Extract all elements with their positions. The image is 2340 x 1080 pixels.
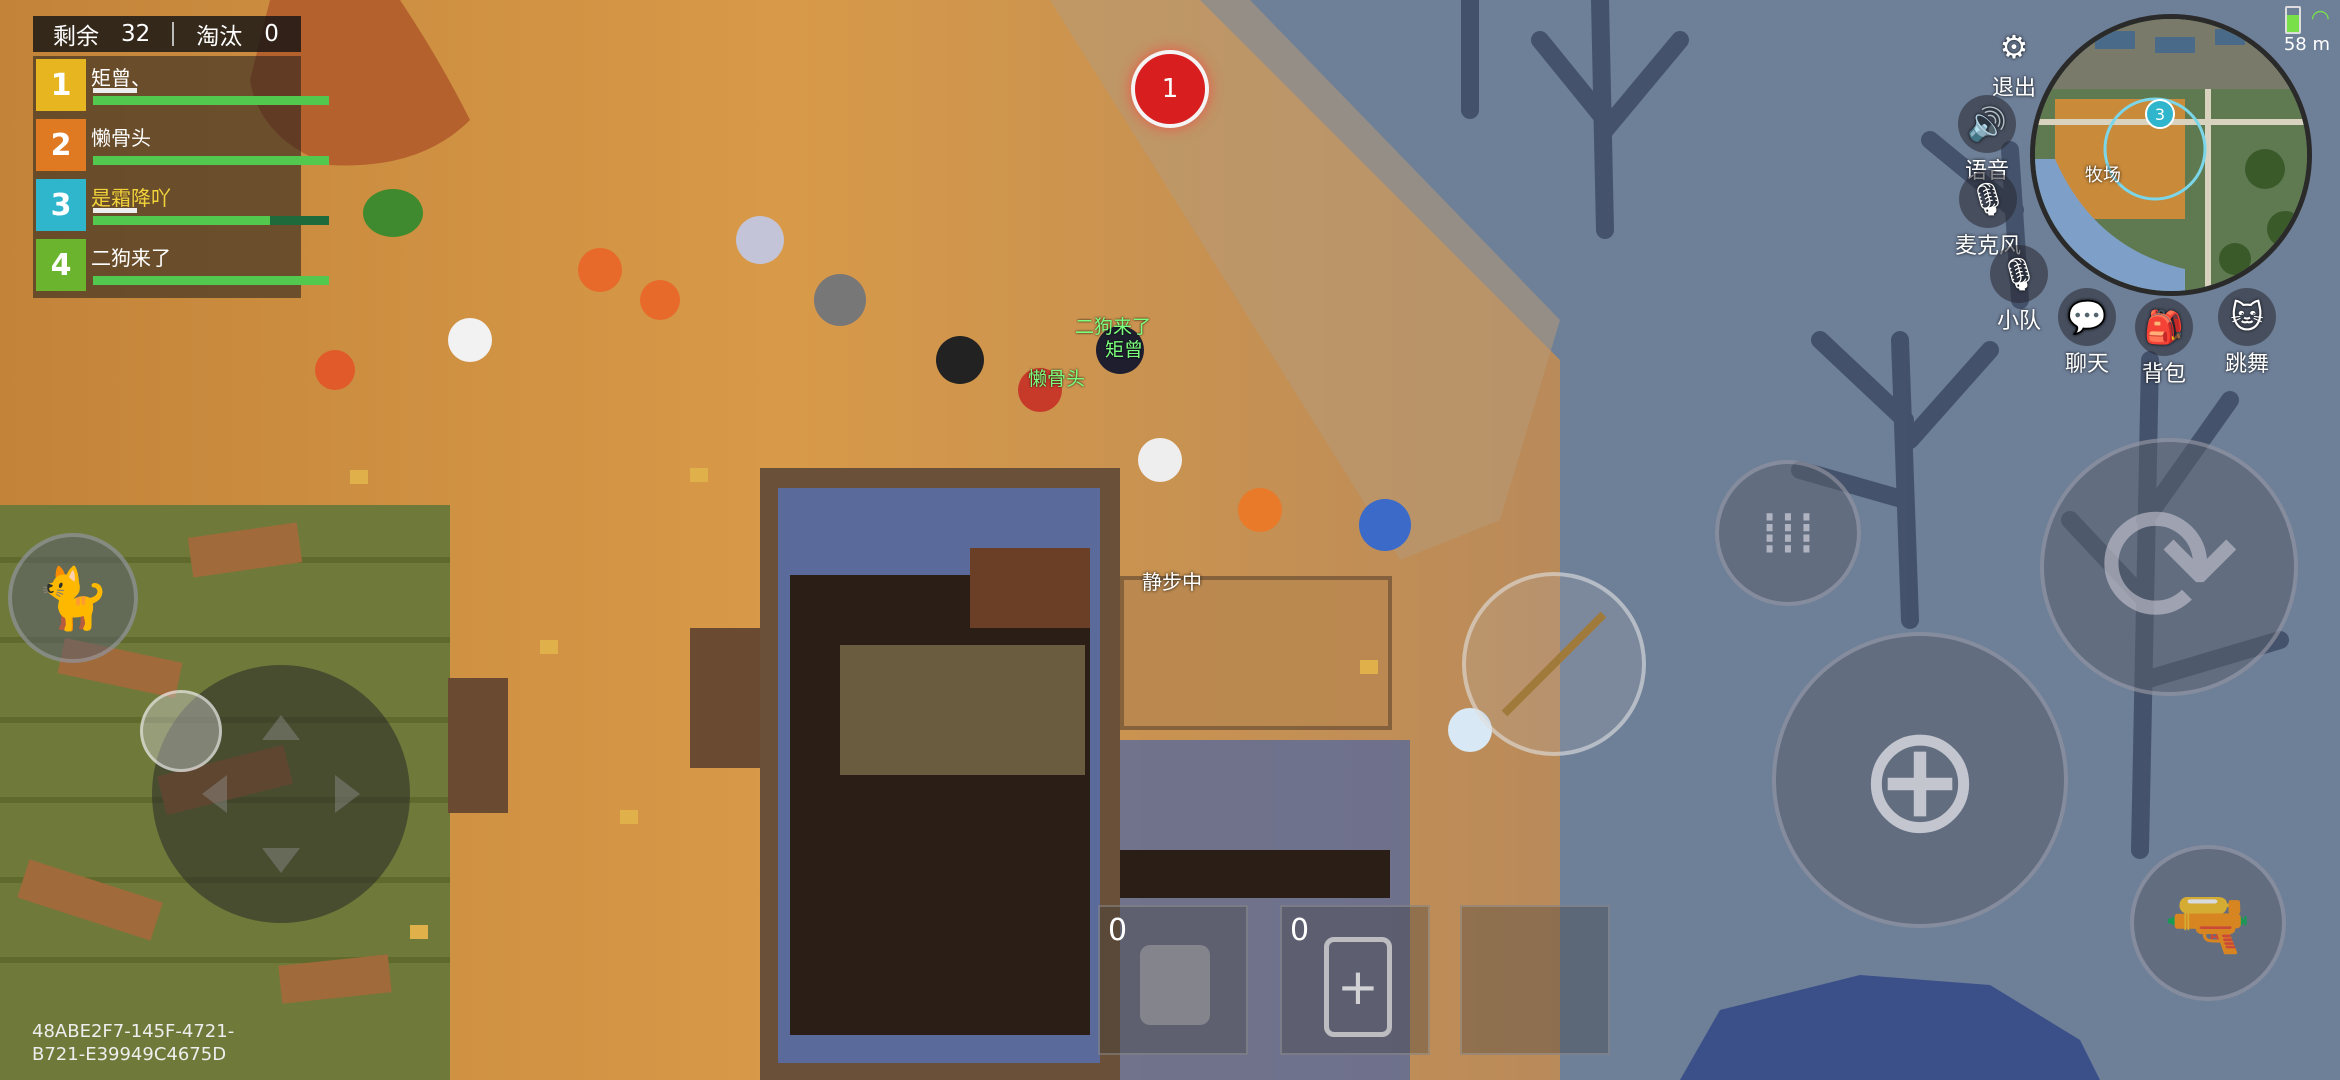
staff-weapon-icon [1501, 611, 1607, 717]
health-bar [93, 96, 329, 105]
team-panel: 1 矩曾、 2 懒骨头 3 是霜降吖 4 二狗来了 [33, 56, 329, 298]
team-member-2[interactable]: 2 懒骨头 [33, 116, 329, 176]
team-rank-badge: 1 [36, 59, 86, 111]
team-rank-badge: 4 [36, 239, 86, 291]
player-nametag: 懒骨头 [1028, 368, 1086, 390]
medkit-icon: + [1324, 937, 1392, 1037]
team-member-name: 懒骨头 [91, 126, 151, 150]
chat-label: 聊天 [2064, 352, 2109, 377]
dance-button[interactable]: 🐱 跳舞 [2218, 288, 2276, 378]
dance-label: 跳舞 [2224, 352, 2269, 377]
chat-button[interactable]: 💬 聊天 [2058, 288, 2116, 378]
health-bar [93, 276, 329, 285]
item-slot-bandage[interactable]: 0 [1098, 905, 1248, 1055]
counter-divider [172, 22, 175, 46]
pistol-icon: 🔫 [2164, 881, 2252, 964]
health-bar [93, 216, 329, 225]
item-count: 0 [1290, 913, 1310, 948]
microphone-squad-icon: 🎙 [1990, 245, 2048, 303]
health-fill [93, 276, 329, 285]
gun-switch-button[interactable]: 🔫 [2130, 845, 2286, 1001]
crosshair-icon: ⊕ [1857, 693, 1983, 867]
dance-cat-icon: 🐱 [2218, 288, 2276, 346]
bandage-icon [1140, 945, 1210, 1025]
minimap[interactable]: 牧场 3 [2030, 14, 2312, 296]
bullets-icon: ⁞⁞⁞ [1760, 499, 1816, 567]
team-rank-badge: 2 [36, 119, 86, 171]
danger-alert-badge[interactable]: 1 [1131, 50, 1209, 128]
speaker-icon: 🔊 [1958, 95, 2016, 153]
chat-bubble-icon: 💬 [2058, 288, 2116, 346]
team-member-3[interactable]: 3 是霜降吖 [33, 176, 329, 236]
exit-button[interactable]: ⚙ 退出 [1985, 18, 2043, 102]
item-slot-empty[interactable] [1460, 905, 1610, 1055]
health-fill [93, 96, 329, 105]
backpack-button[interactable]: 🎒 背包 [2135, 298, 2193, 388]
squad-label: 小队 [1996, 309, 2041, 334]
microphone-icon: 🎙 [1959, 170, 2017, 228]
team-member-1[interactable]: 1 矩曾、 [33, 56, 329, 116]
remaining-label: 剩余 [53, 24, 99, 50]
session-id-line1: 48ABE2F7-145F-4721- [32, 1021, 235, 1042]
item-count: 0 [1108, 913, 1128, 948]
backpack-label: 背包 [2141, 362, 2186, 387]
swap-arrows-icon: ⟳ [2097, 468, 2241, 666]
minimap-player-marker: 3 [2145, 99, 2175, 129]
session-id: 48ABE2F7-145F-4721- B721-E39949C4675D [32, 1020, 272, 1066]
item-slot-medkit[interactable]: 0 + [1280, 905, 1430, 1055]
eliminated-value: 0 [264, 21, 279, 47]
health-fill [93, 156, 329, 165]
wifi-icon: ◠ [2310, 6, 2330, 31]
crouch-button[interactable]: 🐈 [8, 533, 138, 663]
team-member-name: 二狗来了 [91, 246, 171, 270]
remaining-value: 32 [121, 21, 151, 47]
squad-voice-button[interactable]: 🎙 小队 [1990, 245, 2048, 335]
minimap-terrain [2035, 19, 2307, 291]
joystick-knob[interactable] [140, 690, 222, 772]
sneak-status-label: 静步中 [1142, 570, 1202, 594]
player-nametag: 矩曾 [1105, 339, 1144, 361]
minimap-place-label: 牧场 [2085, 165, 2121, 186]
gear-icon: ⚙ [1999, 28, 2029, 66]
team-member-name: 是霜降吖 [91, 186, 171, 210]
session-id-line2: B721-E39949C4675D [32, 1044, 227, 1065]
status-indicator: ◠ 58 m [2284, 6, 2330, 55]
battery-icon [2284, 6, 2301, 34]
aim-fire-button[interactable]: ⊕ [1772, 632, 2068, 928]
team-member-name: 矩曾、 [91, 66, 151, 90]
sneak-cat-icon: 🐈 [35, 563, 111, 634]
team-member-4[interactable]: 4 二狗来了 [33, 236, 329, 296]
eliminated-label: 淘汰 [196, 24, 243, 50]
health-fill [93, 216, 270, 225]
melee-weapon-button[interactable] [1462, 572, 1646, 756]
team-rank-badge: 3 [36, 179, 86, 231]
reload-ammo-button[interactable]: ⁞⁞⁞ [1715, 460, 1861, 606]
match-counter-bar: 剩余 32 淘汰 0 [33, 16, 301, 52]
health-bar [93, 156, 329, 165]
distance-readout: 58 m [2283, 34, 2330, 55]
backpack-icon: 🎒 [2135, 298, 2193, 356]
switch-weapon-button[interactable]: ⟳ [2040, 438, 2298, 696]
